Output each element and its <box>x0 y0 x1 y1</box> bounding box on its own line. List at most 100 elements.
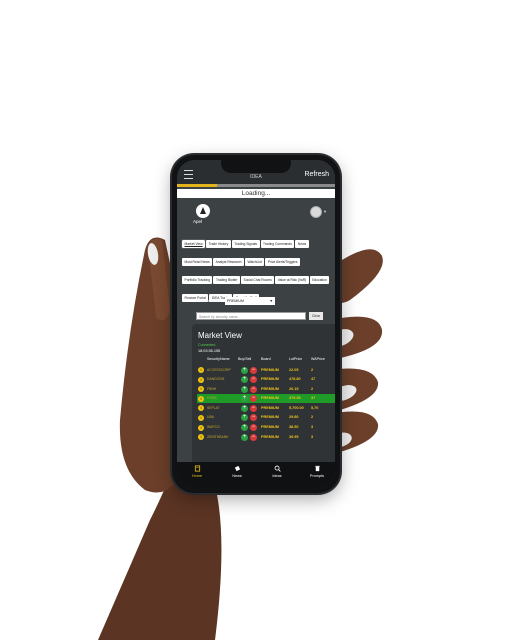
nav-chip[interactable]: Trade History <box>206 240 231 248</box>
board-cell: PREMIUM <box>261 386 279 391</box>
nav-chip[interactable]: Social Chat Rooms <box>241 276 275 284</box>
lot-price-cell: 38.50 <box>289 425 299 430</box>
wa-price-cell: 37 <box>311 396 316 401</box>
sell-button[interactable]: − <box>250 385 257 393</box>
market-table: i ACCESSCORP + − PREMIUM 22.05 2 i DANGCEM + − PREM… <box>197 365 335 442</box>
table-row[interactable]: i FBNH + − PREMIUM 26.15 2 <box>197 384 335 394</box>
wa-price-cell: 2 <box>311 367 314 372</box>
nav-label: News <box>232 474 242 478</box>
nav-chip[interactable]: Analyst Research <box>213 258 244 266</box>
market-time: 18:03:36.155 <box>198 349 221 353</box>
board-cell: PREMIUM <box>261 415 279 420</box>
info-icon[interactable]: i <box>198 395 204 402</box>
phone-frame: IDEA Refresh Loading... Apel ▼ Market Vi… <box>172 155 340 493</box>
nav-item-prompts[interactable]: Prompts <box>303 465 331 478</box>
sell-button[interactable]: − <box>250 404 257 412</box>
logo-icon <box>200 207 206 214</box>
info-icon[interactable]: i <box>198 434 204 441</box>
security-name: DANGCEM <box>207 377 225 382</box>
lot-price-cell: 379.35 <box>289 396 301 401</box>
news-icon <box>223 465 251 472</box>
buy-button[interactable]: + <box>241 414 248 422</box>
nav-chip[interactable]: Trading Commands <box>260 240 295 248</box>
info-icon[interactable]: i <box>198 367 204 373</box>
sell-button[interactable]: − <box>250 414 257 422</box>
security-search-input[interactable]: Search by security name... <box>196 312 306 320</box>
table-header: SecurityName Buy/Sell Board LotPrice WAP… <box>197 357 335 364</box>
nav-chip[interactable]: Education <box>309 276 330 284</box>
board-cell: PREMIUM <box>261 377 279 382</box>
info-icon[interactable]: i <box>198 414 204 421</box>
phone-screen: IDEA Refresh Loading... Apel ▼ Market Vi… <box>177 160 335 488</box>
security-name: UBA <box>207 415 214 420</box>
loading-banner: Loading... <box>177 189 335 198</box>
buy-button[interactable]: + <box>241 404 248 412</box>
loading-progress-bar <box>177 184 335 187</box>
buy-button[interactable]: + <box>241 395 248 403</box>
sell-button[interactable]: − <box>250 366 257 374</box>
buy-button[interactable]: + <box>241 433 248 441</box>
nav-label: Prompts <box>309 474 325 478</box>
refresh-button[interactable]: Refresh <box>304 171 329 178</box>
nav-chip[interactable]: Portfolio Tracking <box>182 276 213 284</box>
nav-chip[interactable]: Value at Risk (VaR) <box>275 276 309 284</box>
security-name: HTNG <box>207 396 217 401</box>
phone-notch <box>221 160 291 173</box>
wa-price-cell: 47 <box>311 377 316 382</box>
lot-price-cell: 22.05 <box>289 367 299 372</box>
table-row[interactable]: i SEPLAT + − PREMIUM 5,700.00 5,70 <box>197 403 335 413</box>
board-cell: PREMIUM <box>261 396 279 401</box>
nav-item-ideas[interactable]: Ideas <box>263 465 291 478</box>
nav-chip[interactable]: Price Alerts/Triggers <box>265 258 300 266</box>
table-row[interactable]: i DANGCEM + − PREMIUM 478.80 47 <box>197 375 335 385</box>
nav-item-home[interactable]: Home <box>183 465 211 478</box>
col-waprice: WAPrice <box>311 357 325 361</box>
board-select[interactable]: PREMIUM ▼ <box>225 297 275 305</box>
board-cell: PREMIUM <box>261 405 279 410</box>
security-name: FBNH <box>207 386 217 391</box>
table-row[interactable]: i WAPCO + − PREMIUM 38.50 3 <box>197 423 335 433</box>
table-row[interactable]: i HTNG + − PREMIUM 379.35 37 <box>197 393 335 404</box>
table-row[interactable]: i ZENITHBANK + − PREMIUM 39.95 3 <box>197 432 335 442</box>
wa-price-cell: 2 <box>311 415 314 420</box>
chevron-down-icon[interactable]: ▼ <box>323 209 327 214</box>
wa-price-cell: 5,70 <box>311 405 319 410</box>
sell-button[interactable]: − <box>250 376 257 384</box>
nav-chip[interactable]: Trading Signals <box>231 240 260 248</box>
lot-price-cell: 26.15 <box>289 386 299 391</box>
sell-button[interactable]: − <box>250 424 257 432</box>
market-view-title: Market View <box>198 331 242 340</box>
nav-chip[interactable]: Trading Blotter <box>213 276 240 284</box>
sell-button[interactable]: − <box>250 395 257 403</box>
lot-price-cell: 5,700.00 <box>289 405 304 410</box>
table-row[interactable]: i ACCESSCORP + − PREMIUM 22.05 2 <box>197 365 335 375</box>
buy-button[interactable]: + <box>241 424 248 432</box>
lot-price-cell: 39.95 <box>289 434 299 439</box>
wa-price-cell: 3 <box>311 434 314 439</box>
security-name: ACCESSCORP <box>207 367 231 372</box>
info-icon[interactable]: i <box>198 424 204 431</box>
nav-chip[interactable]: News <box>295 240 309 248</box>
sell-button[interactable]: − <box>250 433 257 441</box>
board-cell: PREMIUM <box>261 434 279 439</box>
clear-button[interactable]: Clear <box>309 312 323 320</box>
home-icon <box>183 465 211 472</box>
buy-button[interactable]: + <box>241 366 248 374</box>
market-view-panel: Market View Connected 18:03:36.155 Secur… <box>192 324 335 464</box>
security-name: WAPCO <box>207 425 220 430</box>
nav-chip[interactable]: Most Read News <box>182 258 213 266</box>
nav-chip[interactable]: Market View <box>180 239 207 249</box>
nav-chip[interactable]: WatchList <box>244 258 265 266</box>
nav-item-news[interactable]: News <box>223 465 251 478</box>
info-icon[interactable]: i <box>198 376 204 383</box>
nav-label: Home <box>191 474 203 478</box>
logo-text: Apel <box>193 219 203 224</box>
info-icon[interactable]: i <box>198 386 204 393</box>
table-row[interactable]: i UBA + − PREMIUM 29.80 2 <box>197 413 335 423</box>
board-select-value: PREMIUM <box>227 299 244 303</box>
info-icon[interactable]: i <box>198 405 204 412</box>
buy-button[interactable]: + <box>241 376 248 384</box>
buy-button[interactable]: + <box>241 385 248 393</box>
chevron-down-icon: ▼ <box>269 299 273 303</box>
avatar[interactable] <box>310 206 322 218</box>
